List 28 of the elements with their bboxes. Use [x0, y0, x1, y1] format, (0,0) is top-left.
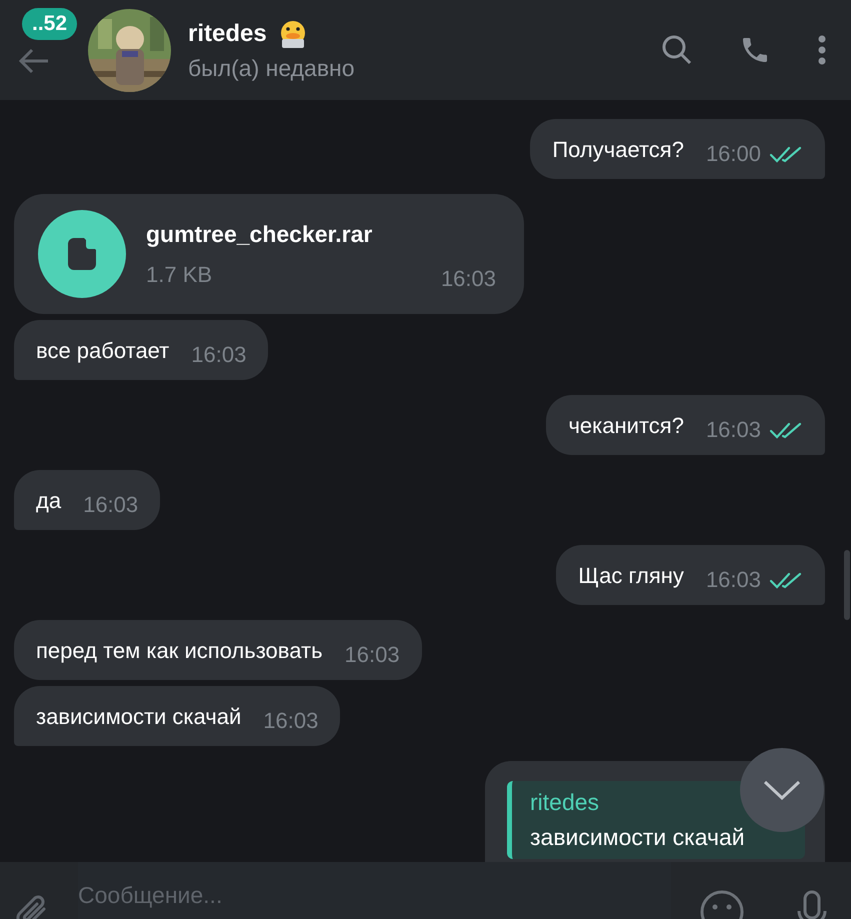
message-time: 16:03: [440, 266, 496, 292]
message-text: перед тем как использовать: [36, 638, 323, 664]
microphone-icon[interactable]: [797, 889, 827, 919]
message-text: Щас гляну: [578, 563, 684, 589]
unread-badge: ..52: [22, 8, 78, 40]
message-text: чеканится?: [568, 413, 684, 439]
file-icon[interactable]: [38, 210, 126, 298]
message-time: 16:03: [83, 492, 138, 518]
back-arrow-icon[interactable]: [18, 48, 50, 74]
more-icon[interactable]: [817, 34, 827, 66]
chat-status: был(а) недавно: [188, 54, 356, 82]
message-time: 16:03: [191, 342, 246, 368]
message-text: все работает: [36, 338, 170, 364]
chat-title: ritedes: [188, 20, 267, 48]
emoji-icon[interactable]: [699, 889, 745, 919]
message-time: 16:03: [344, 642, 400, 668]
message-time: 16:03: [263, 708, 318, 734]
message-time: 16:03: [706, 567, 761, 593]
message-text: да: [36, 488, 62, 514]
message-text: зависимости скачай: [36, 704, 242, 730]
file-name: gumtree_checker.rar: [146, 220, 374, 248]
message-time: 16:03: [706, 417, 761, 443]
message-text: Получается?: [552, 137, 684, 163]
file-size: 1.7 KB: [146, 262, 212, 288]
scrollbar-thumb[interactable]: [844, 550, 850, 620]
chevron-down-icon: [763, 780, 801, 800]
message-time: 16:00: [706, 141, 761, 167]
search-icon[interactable]: [661, 34, 693, 66]
